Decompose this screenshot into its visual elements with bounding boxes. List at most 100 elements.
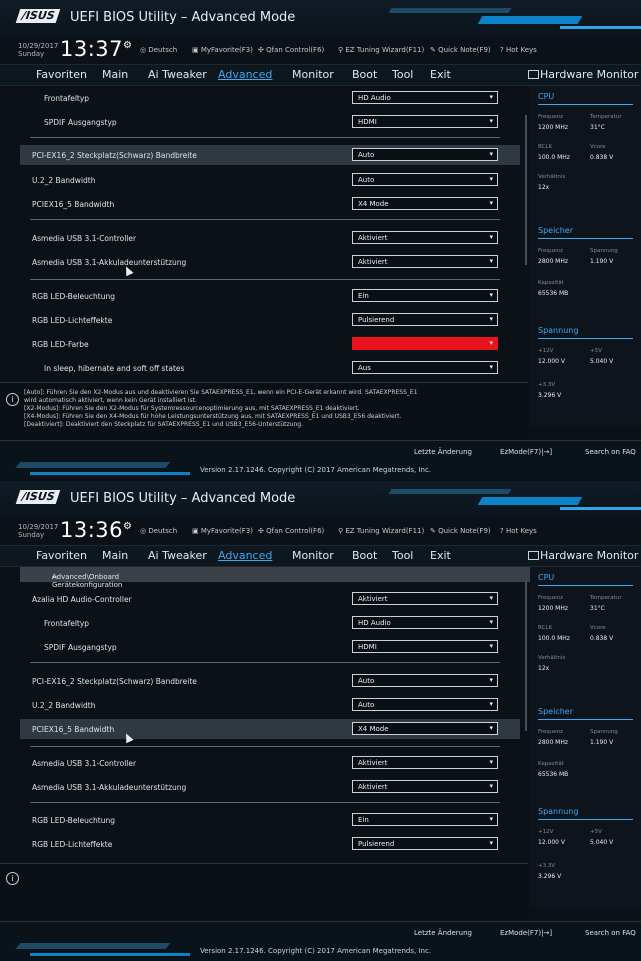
setting-dropdown[interactable]: Ein ▾ [352, 289, 498, 302]
menu-monitor[interactable]: Monitor [292, 68, 334, 81]
myfavorite-button[interactable]: ▣ MyFavorite(F3) [192, 527, 253, 535]
setting-dropdown[interactable]: Aus ▾ [352, 361, 498, 374]
scrollbar[interactable] [525, 115, 527, 265]
setting-row[interactable]: Azalia HD Audio-Controller Aktiviert ▾ [20, 589, 520, 609]
setting-dropdown[interactable]: Auto ▾ [352, 698, 498, 711]
ezmode-button[interactable]: EzMode(F7)|→] [500, 929, 552, 937]
hw-label: Verhältnis [538, 174, 566, 180]
setting-dropdown[interactable]: HDMI ▾ [352, 640, 498, 653]
menu-favoriten[interactable]: Favoriten [36, 68, 87, 81]
setting-row[interactable]: PCI-EX16_2 Steckplatz(Schwarz) Bandbreit… [20, 671, 520, 691]
menu-main[interactable]: Main [102, 68, 128, 81]
ez-tuning-button[interactable]: ⚲ EZ Tuning Wizard(F11) [338, 527, 424, 535]
breadcrumb[interactable]: ← Advanced\Onboard Gerätekonfiguration [20, 567, 540, 589]
setting-dropdown[interactable]: Aktiviert ▾ [352, 592, 498, 605]
setting-dropdown[interactable]: X4 Mode ▾ [352, 197, 498, 210]
setting-dropdown[interactable]: Auto ▾ [352, 173, 498, 186]
menu-exit[interactable]: Exit [430, 549, 451, 562]
setting-dropdown[interactable]: Pulsierend ▾ [352, 313, 498, 326]
bottom-bar: Letzte Änderung EzMode(F7)|→] Search on … [0, 921, 641, 961]
setting-dropdown[interactable]: Aktiviert ▾ [352, 756, 498, 769]
hw-monitor-title: Hardware Monitor [540, 549, 639, 562]
last-change-button[interactable]: Letzte Änderung [414, 448, 472, 456]
setting-dropdown[interactable]: Ein ▾ [352, 813, 498, 826]
quick-note-button[interactable]: ✎ Quick Note(F9) [430, 46, 491, 54]
setting-row-selected[interactable]: PCI-EX16_2 Steckplatz(Schwarz) Bandbreit… [20, 145, 520, 165]
setting-row[interactable]: Asmedia USB 3.1-Akkuladeunterstützung Akt… [20, 252, 520, 272]
menu-advanced[interactable]: Advanced [218, 549, 272, 562]
info-bar: 10/29/2017 Sunday 13:37⚙ ◎ Deutsch ▣ MyFa… [0, 37, 641, 62]
setting-row[interactable]: In sleep, hibernate and soft off states A… [20, 358, 520, 378]
help-text: [Auto]: Führen Sie den X2-Modus aus und … [24, 389, 418, 428]
date-display: 10/29/2017 Sunday [18, 523, 59, 539]
scrollbar[interactable] [525, 581, 527, 731]
footer-decoration [15, 462, 171, 468]
last-change-button[interactable]: Letzte Änderung [414, 929, 472, 937]
setting-row[interactable]: SPDIF Ausgangstyp HDMI ▾ [20, 637, 520, 657]
dropdown-arrow-icon: ▾ [489, 815, 493, 823]
dropdown-arrow-icon: ▾ [489, 93, 493, 101]
color-dropdown[interactable]: ▾ [352, 337, 498, 350]
hw-value: 12x [538, 665, 550, 672]
asus-logo: /ISUS [15, 9, 61, 23]
menu-tool[interactable]: Tool [392, 549, 413, 562]
setting-dropdown[interactable]: Aktiviert ▾ [352, 780, 498, 793]
myfavorite-button[interactable]: ▣ MyFavorite(F3) [192, 46, 253, 54]
setting-row[interactable]: U.2_2 Bandwidth Auto ▾ [20, 170, 520, 190]
setting-row[interactable]: Frontafeltyp HD Audio ▾ [20, 88, 520, 108]
search-faq-button[interactable]: Search on FAQ [585, 448, 636, 456]
setting-dropdown[interactable]: Aktiviert ▾ [352, 255, 498, 268]
menu-ai-tweaker[interactable]: Ai Tweaker [148, 68, 207, 81]
menu-main[interactable]: Main [102, 549, 128, 562]
hw-voltage-title: Spannung [538, 326, 579, 335]
menu-ai-tweaker[interactable]: Ai Tweaker [148, 549, 207, 562]
setting-dropdown[interactable]: HD Audio ▾ [352, 616, 498, 629]
setting-dropdown[interactable]: HDMI ▾ [352, 115, 498, 128]
setting-dropdown[interactable]: X4 Mode ▾ [352, 722, 498, 735]
setting-row[interactable]: RGB LED-Farbe ▾ [20, 334, 520, 354]
menu-tool[interactable]: Tool [392, 68, 413, 81]
setting-row[interactable]: Asmedia USB 3.1-Controller Aktiviert ▾ [20, 228, 520, 248]
hot-keys-button[interactable]: ? Hot Keys [500, 527, 537, 535]
setting-row[interactable]: RGB LED-Lichteffekte Pulsierend ▾ [20, 310, 520, 330]
qfan-control-button[interactable]: ✣ Qfan Control(F6) [258, 527, 324, 535]
qfan-control-button[interactable]: ✣ Qfan Control(F6) [258, 46, 324, 54]
dropdown-arrow-icon: ▾ [489, 117, 493, 125]
setting-row[interactable]: SPDIF Ausgangstyp HDMI ▾ [20, 112, 520, 132]
dropdown-arrow-icon: ▾ [489, 339, 493, 347]
setting-dropdown[interactable]: Aktiviert ▾ [352, 231, 498, 244]
hot-keys-button[interactable]: ? Hot Keys [500, 46, 537, 54]
setting-row[interactable]: RGB LED-Beleuchtung Ein ▾ [20, 810, 520, 830]
menu-monitor[interactable]: Monitor [292, 549, 334, 562]
setting-dropdown[interactable]: HD Audio ▾ [352, 91, 498, 104]
setting-row[interactable]: RGB LED-Lichteffekte Pulsierend ▾ [20, 834, 520, 854]
ez-tuning-button[interactable]: ⚲ EZ Tuning Wizard(F11) [338, 46, 424, 54]
hw-label: Frequenz [538, 595, 564, 601]
search-faq-button[interactable]: Search on FAQ [585, 929, 636, 937]
setting-row[interactable]: Asmedia USB 3.1-Akkuladeunterstützung Akt… [20, 777, 520, 797]
ezmode-button[interactable]: EzMode(F7)|→] [500, 448, 552, 456]
setting-dropdown[interactable]: Auto ▾ [352, 674, 498, 687]
menu-advanced[interactable]: Advanced [218, 68, 272, 81]
menu-boot[interactable]: Boot [352, 549, 377, 562]
separator [30, 746, 500, 747]
setting-row[interactable]: PCIEX16_5 Bandwidth X4 Mode ▾ [20, 194, 520, 214]
setting-row[interactable]: U.2_2 Bandwidth Auto ▾ [20, 695, 520, 715]
header-decoration-accent [477, 16, 583, 24]
setting-row[interactable]: Asmedia USB 3.1-Controller Aktiviert ▾ [20, 753, 520, 773]
menu-favoriten[interactable]: Favoriten [36, 549, 87, 562]
menu-boot[interactable]: Boot [352, 68, 377, 81]
setting-row-selected[interactable]: PCIEX16_5 Bandwidth X4 Mode ▾ [20, 719, 520, 739]
quick-note-button[interactable]: ✎ Quick Note(F9) [430, 527, 491, 535]
copyright: Version 2.17.1246. Copyright (C) 2017 Am… [200, 466, 432, 474]
hw-label: BCLK [538, 144, 553, 150]
hw-memory-title: Speicher [538, 226, 573, 235]
language-button[interactable]: ◎ Deutsch [140, 527, 177, 535]
menu-exit[interactable]: Exit [430, 68, 451, 81]
setting-row[interactable]: RGB LED-Beleuchtung Ein ▾ [20, 286, 520, 306]
setting-dropdown[interactable]: Pulsierend ▾ [352, 837, 498, 850]
hw-value: 100.0 MHz [538, 635, 570, 642]
setting-row[interactable]: Frontafeltyp HD Audio ▾ [20, 613, 520, 633]
language-button[interactable]: ◎ Deutsch [140, 46, 177, 54]
setting-dropdown[interactable]: Auto ▾ [352, 148, 498, 161]
